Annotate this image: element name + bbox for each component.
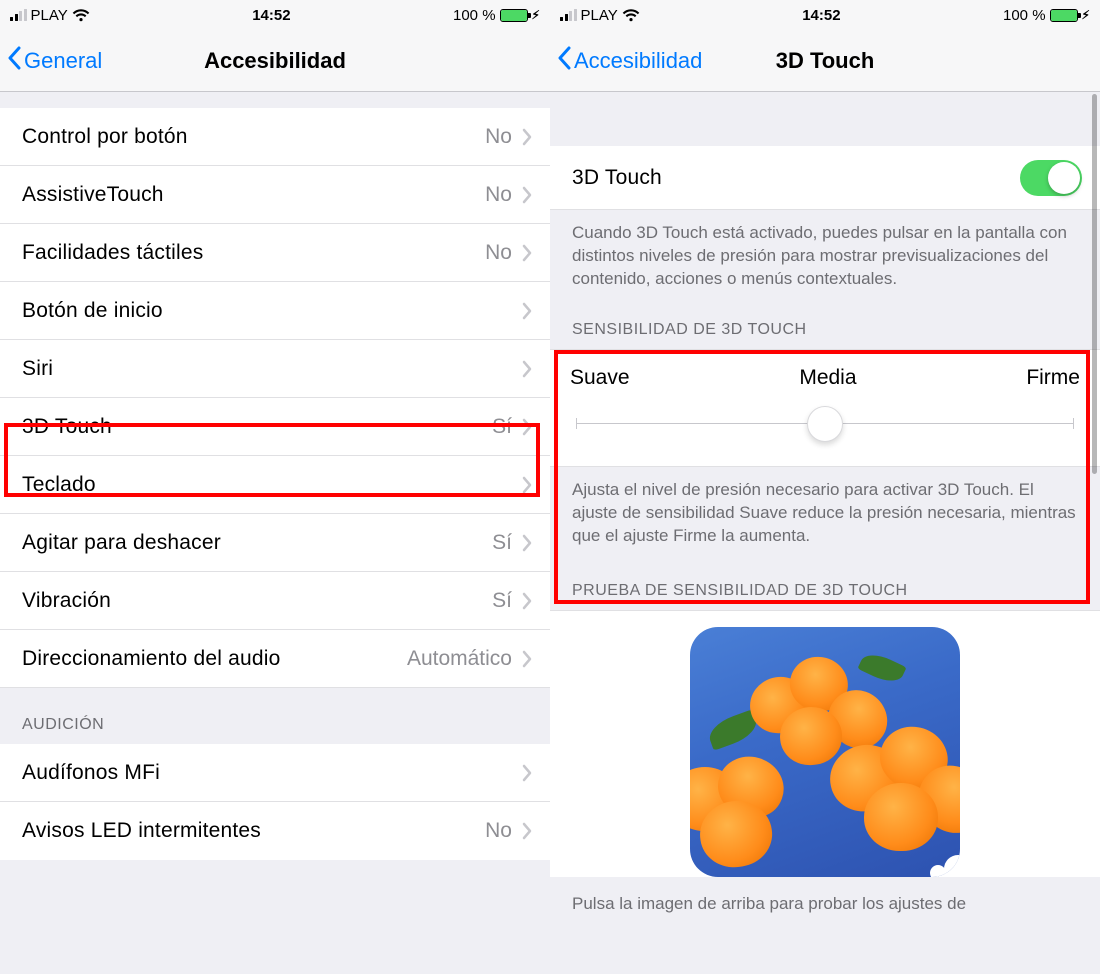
sensitivity-description: Ajusta el nivel de presión necesario par… — [550, 467, 1100, 566]
chevron-right-icon — [522, 822, 532, 840]
slider-label-media: Media — [799, 366, 856, 390]
chevron-right-icon — [522, 244, 532, 262]
row-label: Agitar para deshacer — [22, 531, 221, 555]
carrier-label: PLAY — [581, 7, 618, 24]
battery-icon — [1050, 9, 1078, 22]
row-agitar-para-deshacer[interactable]: Agitar para deshacer Sí — [0, 514, 550, 572]
row-value: No — [485, 241, 512, 265]
slider-label-suave: Suave — [570, 366, 630, 390]
chevron-left-icon — [6, 46, 22, 76]
row-label: Teclado — [22, 473, 96, 497]
scrollbar[interactable] — [1092, 94, 1097, 474]
back-button[interactable]: General — [6, 46, 102, 76]
slider-thumb[interactable] — [807, 406, 843, 442]
row-avisos-led[interactable]: Avisos LED intermitentes No — [0, 802, 550, 860]
row-3d-touch[interactable]: 3D Touch Sí — [0, 398, 550, 456]
chevron-right-icon — [522, 186, 532, 204]
sensitivity-slider[interactable] — [570, 406, 1080, 442]
nav-bar: Accesibilidad 3D Touch — [550, 30, 1100, 92]
row-audifonos-mfi[interactable]: Audífonos MFi — [0, 744, 550, 802]
wifi-icon — [622, 9, 640, 22]
row-label: Vibración — [22, 589, 111, 613]
wifi-icon — [72, 9, 90, 22]
row-label: Audífonos MFi — [22, 761, 160, 785]
row-label: Avisos LED intermitentes — [22, 819, 261, 843]
row-teclado[interactable]: Teclado — [0, 456, 550, 514]
row-label: 3D Touch — [22, 415, 112, 439]
signal-icon — [10, 9, 27, 21]
toggle-description: Cuando 3D Touch está activado, puedes pu… — [550, 210, 1100, 309]
row-value: No — [485, 819, 512, 843]
chevron-right-icon — [522, 360, 532, 378]
charging-icon: ⚡︎ — [532, 8, 540, 22]
3d-touch-toggle[interactable] — [1020, 160, 1082, 196]
battery-percent: 100 % — [1003, 7, 1046, 24]
row-label: AssistiveTouch — [22, 183, 164, 207]
nav-bar: General Accesibilidad — [0, 30, 550, 92]
row-label: Direccionamiento del audio — [22, 647, 281, 671]
chevron-right-icon — [522, 592, 532, 610]
row-value: No — [485, 183, 512, 207]
row-siri[interactable]: Siri — [0, 340, 550, 398]
status-bar: PLAY 14:52 100 % ⚡︎ — [0, 0, 550, 30]
back-label: General — [24, 48, 102, 74]
row-value: Sí — [492, 531, 512, 555]
row-value: Automático — [407, 647, 512, 671]
chevron-right-icon — [522, 418, 532, 436]
chevron-right-icon — [522, 128, 532, 146]
row-3d-touch-toggle: 3D Touch — [550, 146, 1100, 210]
back-label: Accesibilidad — [574, 48, 702, 74]
row-label: Facilidades táctiles — [22, 241, 203, 265]
battery-icon — [500, 9, 528, 22]
row-value: Sí — [492, 415, 512, 439]
chevron-right-icon — [522, 302, 532, 320]
clock: 14:52 — [252, 7, 290, 24]
chevron-right-icon — [522, 534, 532, 552]
row-facilidades-tactiles[interactable]: Facilidades táctiles No — [0, 224, 550, 282]
toggle-label: 3D Touch — [572, 166, 662, 190]
settings-detail: 3D Touch Cuando 3D Touch está activado, … — [550, 92, 1100, 974]
row-label: Botón de inicio — [22, 299, 163, 323]
row-assistivetouch[interactable]: AssistiveTouch No — [0, 166, 550, 224]
test-description: Pulsa la imagen de arriba para probar lo… — [550, 877, 1100, 934]
chevron-right-icon — [522, 476, 532, 494]
phone-left-accessibility: PLAY 14:52 100 % ⚡︎ General Accesibilida… — [0, 0, 550, 974]
row-vibracion[interactable]: Vibración Sí — [0, 572, 550, 630]
sensitivity-slider-panel: Suave Media Firme — [550, 349, 1100, 467]
row-label: Siri — [22, 357, 53, 381]
status-bar: PLAY 14:52 100 % ⚡︎ — [550, 0, 1100, 30]
toggle-knob — [1048, 162, 1080, 194]
row-label: Control por botón — [22, 125, 188, 149]
charging-icon: ⚡︎ — [1082, 8, 1090, 22]
page-title: Accesibilidad — [204, 48, 346, 74]
section-header-sensitivity: SENSIBILIDAD DE 3D TOUCH — [550, 309, 1100, 349]
section-header-test: PRUEBA DE SENSIBILIDAD DE 3D TOUCH — [550, 566, 1100, 610]
row-control-por-boton[interactable]: Control por botón No — [0, 108, 550, 166]
sensitivity-test-area — [550, 610, 1100, 877]
chevron-right-icon — [522, 764, 532, 782]
row-boton-de-inicio[interactable]: Botón de inicio — [0, 282, 550, 340]
sensitivity-test-image[interactable] — [690, 627, 960, 877]
settings-list: Control por botón No AssistiveTouch No F… — [0, 92, 550, 974]
clock: 14:52 — [802, 7, 840, 24]
signal-icon — [560, 9, 577, 21]
battery-percent: 100 % — [453, 7, 496, 24]
row-value: Sí — [492, 589, 512, 613]
chevron-left-icon — [556, 46, 572, 76]
row-value: No — [485, 125, 512, 149]
row-direccionamiento-audio[interactable]: Direccionamiento del audio Automático — [0, 630, 550, 688]
phone-right-3dtouch: PLAY 14:52 100 % ⚡︎ Accesibilidad 3D Tou… — [550, 0, 1100, 974]
section-header-audicion: AUDICIÓN — [0, 688, 550, 744]
back-button[interactable]: Accesibilidad — [556, 46, 702, 76]
chevron-right-icon — [522, 650, 532, 668]
page-title: 3D Touch — [776, 48, 875, 74]
slider-label-firme: Firme — [1026, 366, 1080, 390]
carrier-label: PLAY — [31, 7, 68, 24]
